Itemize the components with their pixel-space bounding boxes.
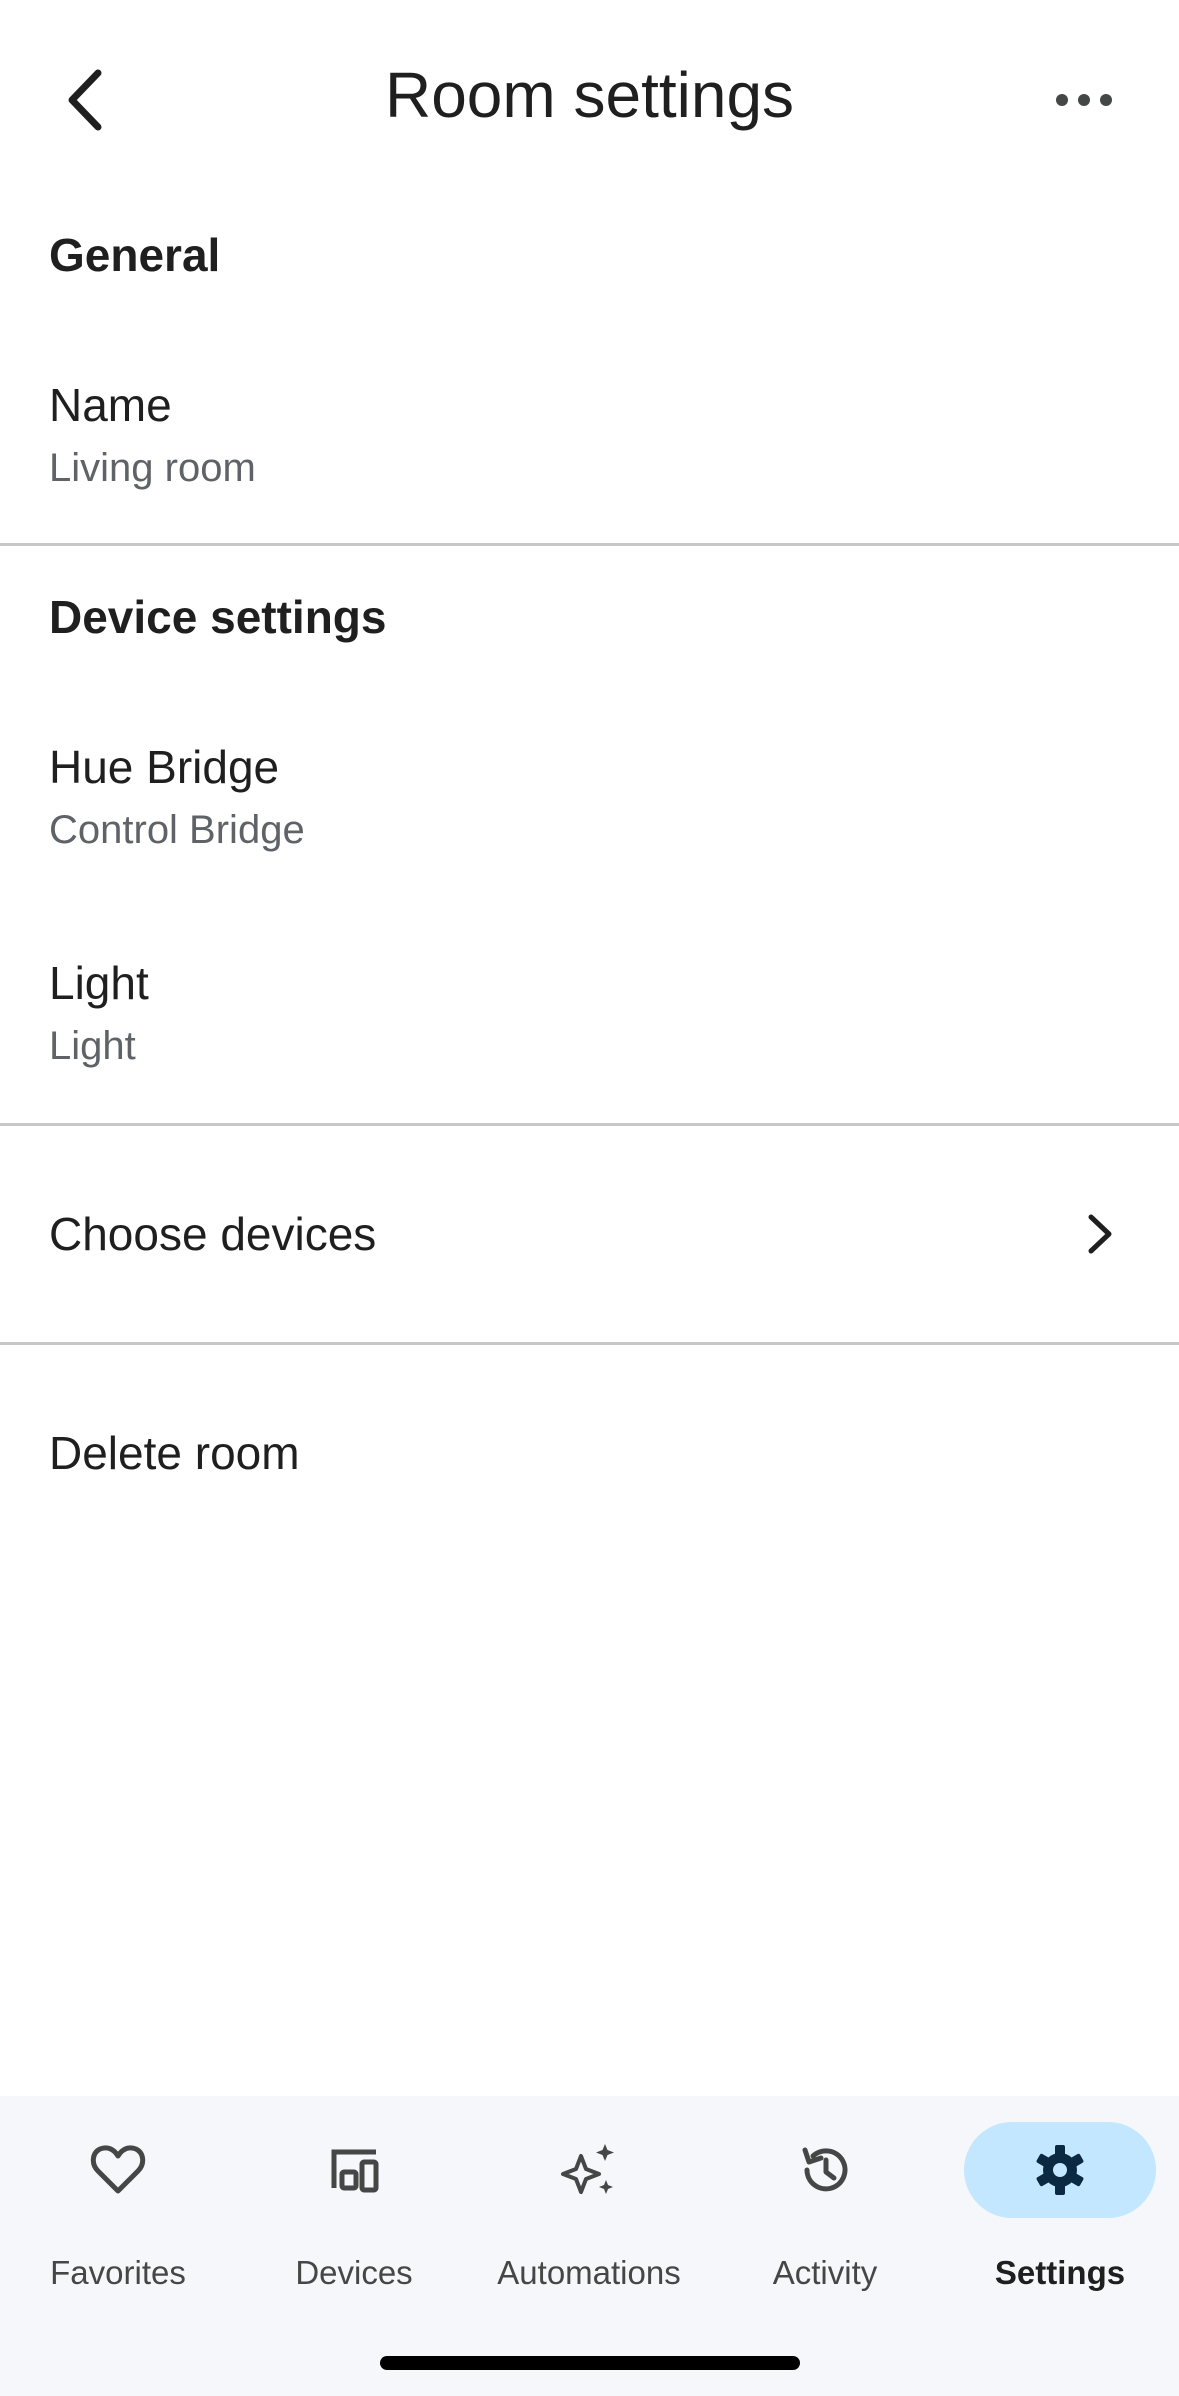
nav-label-active: Settings <box>994 2254 1126 2291</box>
divider <box>0 1123 1179 1126</box>
name-setting-row[interactable]: Name Living room <box>0 360 1179 530</box>
bottom-navigation-bar: Favorites Devices Automations Activity S… <box>0 2096 1179 2396</box>
choose-devices-label: Choose devices <box>49 1208 377 1260</box>
nav-item-settings[interactable]: Settings <box>942 2096 1178 2316</box>
nav-icon-container <box>493 2122 685 2218</box>
nav-icon-container <box>22 2122 214 2218</box>
nav-item-favorites[interactable]: Favorites <box>0 2096 236 2316</box>
section-header-device-settings: Device settings <box>49 591 387 643</box>
history-icon <box>802 2147 848 2192</box>
device-title: Hue Bridge <box>49 741 280 793</box>
gear-icon <box>1036 2145 1084 2195</box>
nav-icon-container <box>729 2122 921 2218</box>
delete-room-row[interactable]: Delete room <box>0 1346 1179 1566</box>
heart-icon <box>90 2145 146 2194</box>
chevron-right-icon <box>1088 1214 1112 1254</box>
nav-label: Activity <box>772 2254 878 2291</box>
nav-item-devices[interactable]: Devices <box>236 2096 472 2316</box>
divider <box>0 1342 1179 1345</box>
more-horiz-icon <box>1056 94 1112 106</box>
divider <box>0 543 1179 546</box>
sparkle-icon <box>561 2144 614 2194</box>
device-subtitle: Control Bridge <box>49 808 305 852</box>
device-subtitle: Light <box>49 1024 136 1068</box>
nav-icon-container <box>258 2122 450 2218</box>
nav-icon-container-active <box>964 2122 1156 2218</box>
nav-label: Devices <box>295 2254 413 2291</box>
nav-item-automations[interactable]: Automations <box>471 2096 707 2316</box>
choose-devices-row[interactable]: Choose devices <box>0 1127 1179 1342</box>
nav-item-activity[interactable]: Activity <box>707 2096 943 2316</box>
more-options-button[interactable] <box>1029 60 1139 140</box>
name-label: Name <box>49 379 172 431</box>
device-title: Light <box>49 957 149 1009</box>
device-row-hue-bridge[interactable]: Hue Bridge Control Bridge <box>0 722 1179 892</box>
devices-icon <box>331 2149 379 2193</box>
delete-room-label: Delete room <box>49 1427 300 1479</box>
home-indicator <box>380 2356 800 2370</box>
app-bar: Room settings <box>0 0 1179 200</box>
nav-label: Automations <box>497 2254 681 2291</box>
name-value: Living room <box>49 446 256 490</box>
device-row-light[interactable]: Light Light <box>0 938 1179 1108</box>
page-title: Room settings <box>384 59 795 131</box>
room-settings-screen: Room settings General Name Living room D… <box>0 0 1179 2396</box>
nav-label: Favorites <box>50 2254 186 2291</box>
section-header-general: General <box>49 229 221 281</box>
